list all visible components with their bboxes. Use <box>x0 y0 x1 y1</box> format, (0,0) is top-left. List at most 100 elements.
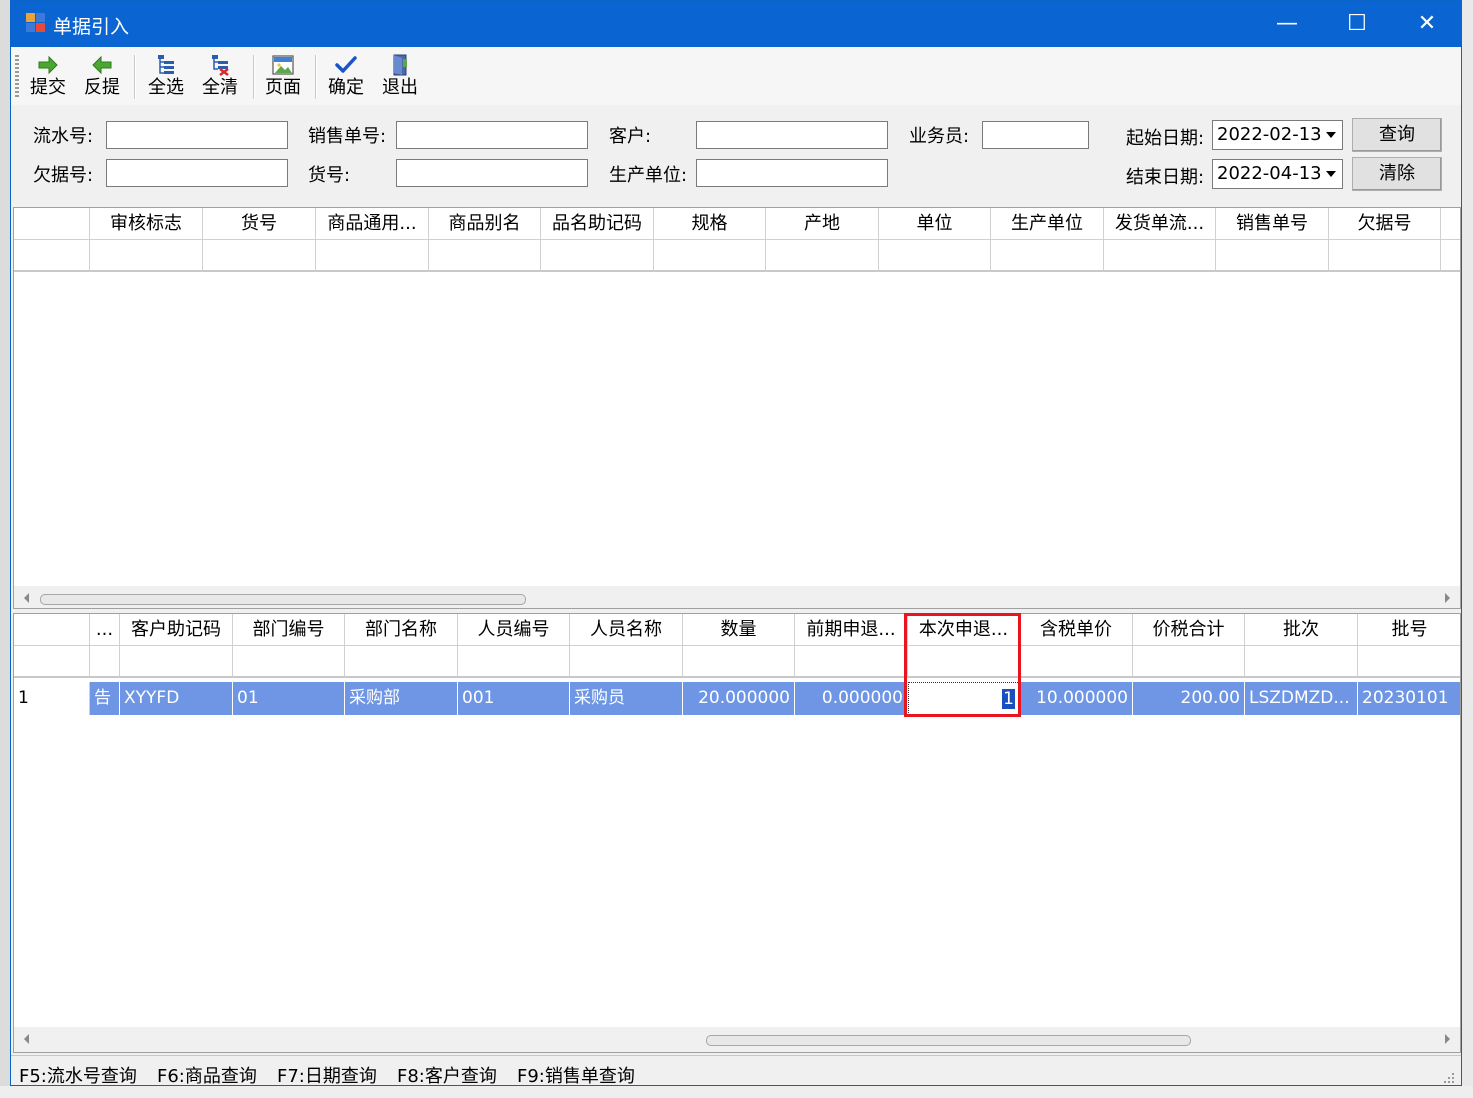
upper-filter-cell[interactable] <box>541 240 654 272</box>
lower-col-header[interactable]: 部门编号 <box>233 614 345 646</box>
upper-filter-cell[interactable] <box>1441 240 1460 272</box>
goods-no-input[interactable] <box>396 159 588 187</box>
close-button[interactable]: ✕ <box>1392 1 1461 47</box>
lower-filter-cell[interactable] <box>795 646 908 678</box>
lower-horizontal-scrollbar[interactable] <box>14 1027 1460 1052</box>
submit-button[interactable]: 提交 <box>25 51 71 101</box>
lower-col-header[interactable]: ... <box>90 614 120 646</box>
cell-total[interactable]: 200.00 <box>1133 682 1245 715</box>
upper-col-header[interactable]: 品名助记码 <box>541 208 654 240</box>
maximize-button[interactable]: ☐ <box>1322 1 1392 47</box>
customer-input[interactable] <box>696 121 888 149</box>
lower-filter-cell[interactable] <box>1133 646 1245 678</box>
scroll-left-icon[interactable] <box>24 1034 29 1044</box>
unsubmit-label: 反提 <box>84 77 120 98</box>
clear-all-button[interactable]: 全清 <box>197 51 243 101</box>
upper-filter-cell[interactable] <box>879 240 991 272</box>
lower-filter-cell[interactable] <box>1020 646 1133 678</box>
lower-scroll-thumb[interactable] <box>706 1035 1191 1046</box>
upper-filter-cell[interactable] <box>203 240 316 272</box>
page-button[interactable]: 页面 <box>260 51 306 101</box>
lower-grid-corner <box>14 614 90 646</box>
lower-col-header[interactable]: 价税合计 <box>1133 614 1245 646</box>
upper-col-header[interactable]: 审核标志 <box>90 208 203 240</box>
minimize-button[interactable]: — <box>1252 1 1322 47</box>
upper-filter-cell[interactable] <box>654 240 766 272</box>
upper-filter-cell[interactable] <box>1329 240 1441 272</box>
serial-no-input[interactable] <box>106 121 288 149</box>
lower-filter-cell[interactable] <box>683 646 795 678</box>
lower-col-header[interactable]: 数量 <box>683 614 795 646</box>
upper-col-header[interactable]: 欠据号 <box>1329 208 1441 240</box>
cell-ellipsis[interactable]: 告 <box>90 682 120 715</box>
unsubmit-button[interactable]: 反提 <box>79 51 125 101</box>
lower-col-header[interactable]: 前期申退... <box>795 614 908 646</box>
lower-col-header[interactable]: 人员名称 <box>570 614 683 646</box>
upper-col-header[interactable]: 生产单位 <box>991 208 1104 240</box>
highlight-annotation-box <box>904 613 1021 717</box>
lower-filter-cell[interactable] <box>1358 646 1460 678</box>
end-date-picker[interactable]: 2022-04-13 <box>1212 159 1343 189</box>
lower-col-header[interactable]: 批号 <box>1358 614 1460 646</box>
upper-col-header[interactable]: 商品通用... <box>316 208 429 240</box>
upper-horizontal-scrollbar[interactable] <box>14 586 1460 608</box>
cell-unit-price[interactable]: 10.000000 <box>1020 682 1133 715</box>
upper-col-header[interactable]: 规格 <box>654 208 766 240</box>
cell-customer-code[interactable]: XYYFD <box>120 682 233 715</box>
salesman-label: 业务员: <box>909 126 970 147</box>
select-all-button[interactable]: 全选 <box>143 51 189 101</box>
lower-col-header[interactable]: 客户助记码 <box>120 614 233 646</box>
lower-filter-cell[interactable] <box>570 646 683 678</box>
lower-col-header[interactable]: 部门名称 <box>345 614 458 646</box>
upper-filter-cell[interactable] <box>1104 240 1216 272</box>
resize-grip-icon[interactable] <box>1441 1070 1455 1084</box>
cell-quantity[interactable]: 20.000000 <box>683 682 795 715</box>
clear-button[interactable]: 清除 <box>1352 157 1442 191</box>
lower-filter-cell[interactable] <box>345 646 458 678</box>
exit-label: 退出 <box>382 77 418 98</box>
upper-filter-cell[interactable] <box>316 240 429 272</box>
scroll-right-icon[interactable] <box>1445 1034 1450 1044</box>
shortcut-f6: F6:商品查询 <box>157 1066 257 1086</box>
lower-col-header[interactable]: 含税单价 <box>1020 614 1133 646</box>
checkmark-icon <box>335 56 357 73</box>
query-button[interactable]: 查询 <box>1352 118 1442 152</box>
lower-filter-cell[interactable] <box>90 646 120 678</box>
exit-button[interactable]: 退出 <box>377 51 423 101</box>
row-index[interactable]: 1 <box>14 682 90 715</box>
start-date-picker[interactable]: 2022-02-13 <box>1212 120 1343 150</box>
manufacturer-input[interactable] <box>696 159 888 187</box>
upper-col-header[interactable]: 发货单流... <box>1104 208 1216 240</box>
salesman-input[interactable] <box>982 121 1089 149</box>
cell-dept-no[interactable]: 01 <box>233 682 345 715</box>
confirm-button[interactable]: 确定 <box>323 51 369 101</box>
lower-filter-cell[interactable] <box>458 646 570 678</box>
upper-col-header[interactable]: 销售单号 <box>1216 208 1329 240</box>
upper-col-header[interactable]: 货号 <box>203 208 316 240</box>
cell-staff-no[interactable]: 001 <box>458 682 570 715</box>
upper-scroll-thumb[interactable] <box>40 594 526 605</box>
upper-col-header[interactable]: 商品别名 <box>429 208 541 240</box>
scroll-left-icon[interactable] <box>24 593 29 603</box>
lower-filter-cell[interactable] <box>1245 646 1358 678</box>
cell-prev-return[interactable]: 0.000000 <box>795 682 908 715</box>
cell-batch[interactable]: LSZDMZD... <box>1245 682 1358 715</box>
lower-col-header[interactable]: 批次 <box>1245 614 1358 646</box>
lower-col-header[interactable]: 人员编号 <box>458 614 570 646</box>
lower-filter-cell[interactable] <box>120 646 233 678</box>
upper-filter-cell[interactable] <box>991 240 1104 272</box>
upper-filter-cell[interactable] <box>90 240 203 272</box>
upper-col-header[interactable]: 产地 <box>766 208 879 240</box>
upper-filter-cell[interactable] <box>1216 240 1329 272</box>
cell-dept-name[interactable]: 采购部 <box>345 682 458 715</box>
toolbar-grip[interactable] <box>15 55 19 99</box>
lower-filter-cell[interactable] <box>233 646 345 678</box>
cell-staff-name[interactable]: 采购员 <box>570 682 683 715</box>
sales-no-input[interactable] <box>396 121 588 149</box>
debt-no-input[interactable] <box>106 159 288 187</box>
upper-col-header[interactable]: 单位 <box>879 208 991 240</box>
scroll-right-icon[interactable] <box>1445 593 1450 603</box>
cell-lot-no[interactable]: 20230101 <box>1358 682 1460 715</box>
upper-filter-cell[interactable] <box>429 240 541 272</box>
upper-filter-cell[interactable] <box>766 240 879 272</box>
